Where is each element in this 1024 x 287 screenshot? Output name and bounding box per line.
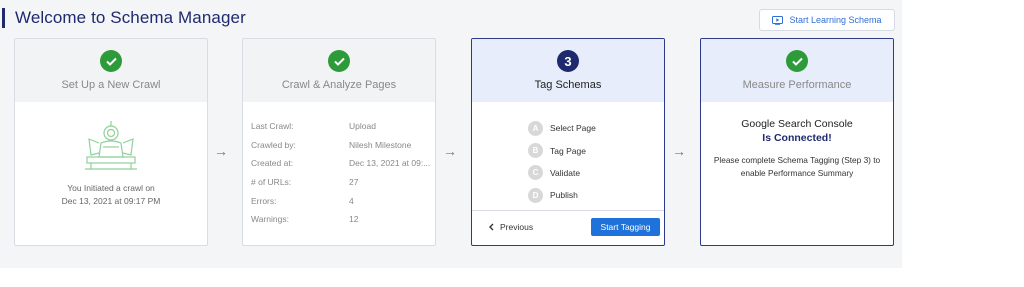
check-circle-icon — [100, 50, 122, 72]
arrow-right-icon: → — [443, 143, 457, 159]
detail-label: # of URLs: — [251, 177, 292, 188]
detail-value: Nilesh Milestone — [349, 139, 412, 150]
step-card-header: Set Up a New Crawl — [15, 39, 207, 102]
detail-label: Created at: — [251, 158, 294, 169]
step-title: Set Up a New Crawl — [61, 79, 161, 91]
substep-label: Validate — [550, 167, 581, 178]
substep-letter: C — [528, 165, 543, 181]
detail-label: Warnings: — [251, 214, 289, 225]
step-title: Measure Performance — [742, 79, 852, 91]
substep-letter: B — [528, 143, 543, 159]
step-card-header: 3 Tag Schemas — [472, 39, 664, 102]
step-card-tag-schemas: 3 Tag Schemas A Select Page B Tag Page C… — [471, 38, 665, 246]
detail-row: Errors: 4 — [251, 191, 433, 210]
check-circle-icon — [328, 50, 350, 72]
substep-publish: D Publish — [528, 184, 596, 206]
start-learning-schema-button[interactable]: Start Learning Schema — [759, 9, 895, 31]
detail-value: Upload — [349, 121, 376, 132]
chevron-left-icon — [489, 223, 494, 231]
substep-select-page: A Select Page — [528, 117, 596, 139]
crawl-initiated-text: You Initiated a crawl on Dec 13, 2021 at… — [15, 182, 207, 208]
crawl-initiated-line1: You Initiated a crawl on — [67, 183, 155, 193]
detail-value: Dec 13, 2021 at 09:... — [349, 158, 431, 169]
detail-row: Crawled by: Nilesh Milestone — [251, 136, 433, 155]
previous-button[interactable]: Previous — [488, 222, 533, 232]
substep-letter: D — [528, 187, 543, 203]
detail-value: 12 — [349, 214, 359, 225]
tag-schemas-footer: Previous Start Tagging — [472, 210, 664, 245]
crawl-initiated-date: Dec 13, 2021 at 09:17 PM — [61, 196, 161, 206]
step-title: Tag Schemas — [534, 79, 602, 91]
start-learning-schema-label: Start Learning Schema — [789, 15, 882, 25]
step-card-setup-crawl: Set Up a New Crawl You Initiated a crawl… — [14, 38, 208, 246]
substep-label: Select Page — [550, 123, 596, 134]
play-screen-icon — [772, 15, 784, 25]
gsc-connected-status: Is Connected! — [762, 132, 832, 144]
step-card-measure-performance: Measure Performance Google Search Consol… — [700, 38, 894, 246]
detail-value: 27 — [349, 177, 359, 188]
detail-label: Last Crawl: — [251, 121, 294, 132]
gsc-title: Google Search Console — [741, 118, 853, 130]
substep-label: Tag Page — [550, 145, 586, 156]
arrow-right-icon: → — [214, 143, 228, 159]
detail-row: Last Crawl: Upload — [251, 117, 433, 136]
title-accent-bar — [2, 8, 5, 28]
substep-label: Publish — [550, 190, 578, 201]
substep-validate: C Validate — [528, 162, 596, 184]
previous-label: Previous — [500, 222, 534, 232]
substep-tag-page: B Tag Page — [528, 139, 596, 161]
detail-label: Crawled by: — [251, 139, 296, 150]
crawl-details-table: Last Crawl: Upload Crawled by: Nilesh Mi… — [251, 117, 433, 229]
detail-row: Warnings: 12 — [251, 210, 433, 229]
arrow-right-icon: → — [672, 143, 686, 159]
step-card-header: Crawl & Analyze Pages — [243, 39, 435, 102]
step-number-badge: 3 — [557, 50, 579, 72]
substep-letter: A — [528, 120, 543, 136]
step-title: Crawl & Analyze Pages — [281, 79, 397, 91]
performance-note-line1: Please complete Schema Tagging (Step 3) … — [713, 155, 881, 165]
step-card-crawl-analyze: Crawl & Analyze Pages Last Crawl: Upload… — [242, 38, 436, 246]
detail-label: Errors: — [251, 195, 277, 206]
performance-note-line2: enable Performance Summary — [740, 168, 854, 178]
start-tagging-button[interactable]: Start Tagging — [591, 218, 660, 236]
page-title: Welcome to Schema Manager — [15, 8, 246, 27]
performance-note: Please complete Schema Tagging (Step 3) … — [701, 154, 893, 180]
tagging-substeps-list: A Select Page B Tag Page C Validate D Pu… — [528, 117, 596, 207]
detail-row: Created at: Dec 13, 2021 at 09:... — [251, 154, 433, 173]
header: Welcome to Schema Manager — [0, 6, 246, 30]
detail-value: 4 — [349, 195, 354, 206]
step-card-header: Measure Performance — [701, 39, 893, 102]
detail-row: # of URLs: 27 — [251, 173, 433, 192]
crawler-robot-icon — [85, 121, 137, 170]
performance-status: Google Search Console Is Connected! Plea… — [701, 118, 893, 180]
check-circle-icon — [786, 50, 808, 72]
